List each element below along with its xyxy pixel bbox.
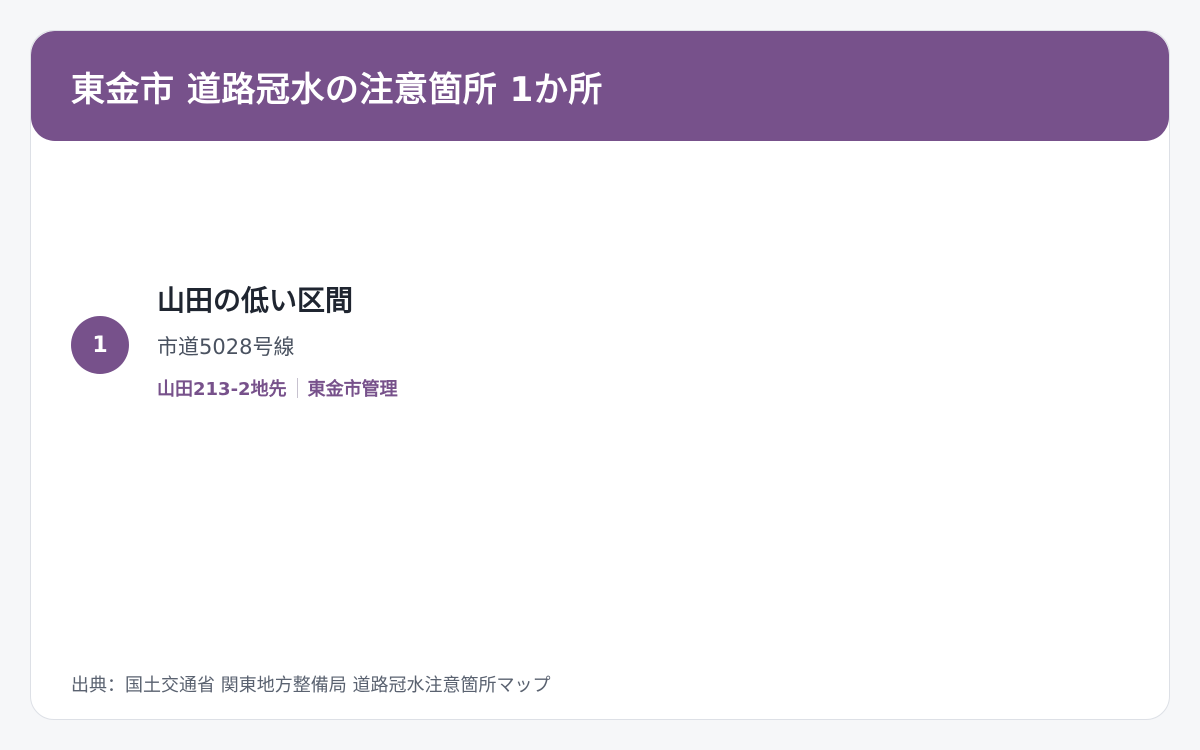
item-name: 山田の低い区間 (157, 284, 354, 317)
info-card: 東金市 道路冠水の注意箇所 1か所 1 山田の低い区間 市道5028号線 山田2… (30, 30, 1170, 720)
list-item: 1 山田の低い区間 市道5028号線 山田213-2地先 東金市管理 (71, 279, 1131, 409)
item-meta: 山田213-2地先 東金市管理 (157, 375, 398, 401)
item-number-badge: 1 (71, 316, 129, 374)
meta-separator (296, 378, 298, 398)
page-title: 東金市 道路冠水の注意箇所 1か所 (71, 69, 603, 110)
item-location: 山田213-2地先 (157, 379, 287, 400)
source-note: 出典：国土交通省 関東地方整備局 道路冠水注意箇所マップ (71, 675, 551, 696)
item-road: 市道5028号線 (157, 335, 295, 359)
card-header: 東金市 道路冠水の注意箇所 1か所 (31, 31, 1169, 141)
item-manager: 東金市管理 (307, 379, 398, 400)
